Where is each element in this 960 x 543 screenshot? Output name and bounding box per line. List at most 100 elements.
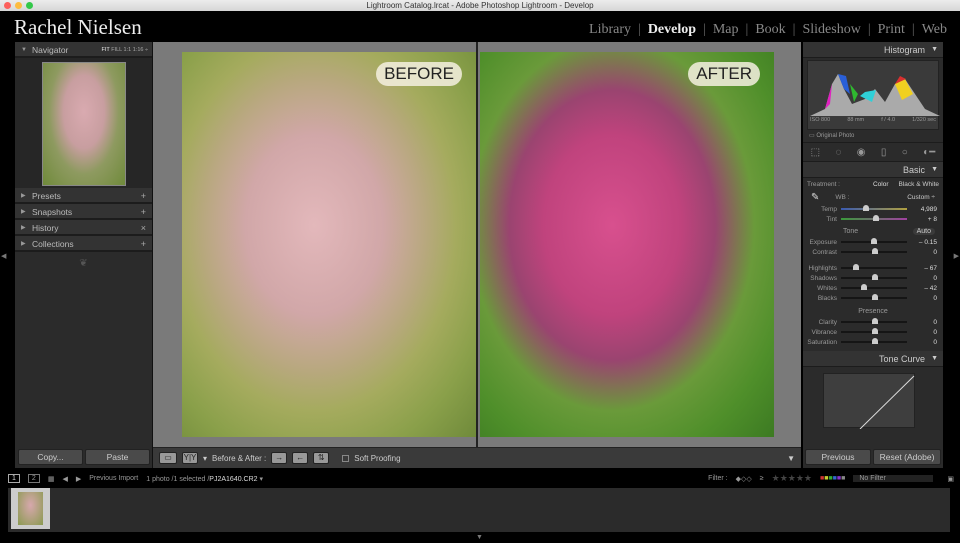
slider-value[interactable]: 0 — [907, 249, 937, 256]
previous-button[interactable]: Previous — [805, 449, 871, 465]
star-filter[interactable]: ★★★★★ — [772, 473, 812, 484]
color-label-filter[interactable]: ■■■■■■ — [820, 475, 845, 482]
close-window-button[interactable] — [4, 2, 11, 9]
slider-thumb[interactable] — [871, 238, 878, 244]
slider-value[interactable]: – 0.15 — [907, 239, 937, 246]
red-eye-icon[interactable]: ◉ — [857, 147, 866, 158]
spot-removal-icon[interactable]: ◌ — [835, 147, 841, 158]
slider-thumb[interactable] — [872, 248, 878, 254]
slider-thumb[interactable] — [872, 294, 878, 300]
before-photo[interactable]: BEFORE — [182, 52, 476, 437]
treatment-color[interactable]: Color — [873, 181, 889, 188]
module-develop[interactable]: Develop — [641, 22, 703, 38]
copy-after-to-before-button[interactable]: ← — [292, 452, 309, 464]
slider-thumb[interactable] — [862, 205, 869, 211]
panel-collections[interactable]: ▶ Collections + — [15, 236, 152, 252]
source-label[interactable]: Previous Import — [89, 475, 138, 482]
view-mode-dropdown-icon[interactable]: ▾ — [203, 454, 207, 463]
slider-contrast[interactable]: Contrast 0 — [803, 247, 943, 257]
slider-track[interactable] — [841, 318, 907, 324]
slider-shadows[interactable]: Shadows 0 — [803, 273, 943, 283]
swap-before-after-button[interactable]: ⇅ — [313, 452, 330, 464]
slider-vibrance[interactable]: Vibrance 0 — [803, 327, 943, 337]
left-panel-toggle-icon[interactable]: ◀ — [1, 252, 6, 260]
slider-track[interactable] — [841, 248, 907, 254]
slider-track[interactable] — [841, 205, 907, 211]
original-photo-toggle[interactable]: ▭ Original Photo — [803, 132, 943, 142]
slider-track[interactable] — [841, 284, 907, 290]
copy-before-to-after-button[interactable]: → — [271, 452, 288, 464]
slider-value[interactable]: – 67 — [907, 265, 937, 272]
filmstrip-toggle-icon[interactable]: ▼ — [476, 534, 483, 541]
forward-arrow-icon[interactable]: ▶ — [76, 475, 81, 483]
slider-value[interactable]: 0 — [907, 339, 937, 346]
zoom-fit[interactable]: FIT — [102, 47, 110, 53]
slider-value[interactable]: 0 — [907, 295, 937, 302]
slider-saturation[interactable]: Saturation 0 — [803, 337, 943, 347]
copy-button[interactable]: Copy... — [18, 449, 83, 465]
add-collection-icon[interactable]: + — [141, 236, 146, 252]
slider-thumb[interactable] — [853, 264, 860, 270]
back-arrow-icon[interactable]: ◀ — [62, 475, 67, 483]
panel-presets[interactable]: ▶ Presets + — [15, 188, 152, 204]
slider-value[interactable]: + 8 — [907, 216, 937, 223]
slider-temp[interactable]: Temp 4,989 — [803, 204, 943, 214]
add-snapshot-icon[interactable]: + — [141, 204, 146, 220]
module-web[interactable]: Web — [915, 22, 954, 38]
slider-value[interactable]: – 42 — [907, 285, 937, 292]
slider-thumb[interactable] — [860, 284, 867, 290]
slider-tint[interactable]: Tint + 8 — [803, 214, 943, 224]
wb-eyedropper-icon[interactable]: ✎ — [811, 192, 819, 203]
clear-history-icon[interactable]: × — [141, 220, 146, 236]
tone-curve-header[interactable]: Tone Curve ▼ — [803, 351, 943, 367]
zoom-1-16[interactable]: 1:16 ÷ — [133, 47, 148, 53]
basic-header[interactable]: Basic ▼ — [803, 162, 943, 178]
slider-thumb[interactable] — [872, 274, 878, 280]
tone-curve-graph[interactable] — [823, 373, 915, 430]
screen-2-button[interactable]: 2 — [27, 474, 40, 483]
graduated-filter-icon[interactable]: ▯ — [881, 147, 887, 158]
slider-track[interactable] — [841, 215, 907, 221]
filter-lock-icon[interactable]: ▣ — [947, 475, 954, 483]
panel-history[interactable]: ▶ History × — [15, 220, 152, 236]
module-library[interactable]: Library — [582, 22, 638, 38]
toolbar-options-icon[interactable]: ▼ — [787, 454, 795, 463]
loupe-view-button[interactable]: ▭ — [159, 452, 177, 464]
zoom-1-1[interactable]: 1:1 — [124, 47, 132, 53]
histogram[interactable]: ISO 800 88 mm f / 4.0 1/320 sec — [807, 60, 940, 130]
slider-value[interactable]: 0 — [907, 329, 937, 336]
slider-thumb[interactable] — [872, 318, 878, 324]
wb-select[interactable]: Custom ÷ — [907, 194, 935, 201]
add-preset-icon[interactable]: + — [141, 188, 146, 204]
slider-value[interactable]: 4,989 — [907, 206, 937, 213]
module-slideshow[interactable]: Slideshow — [795, 22, 867, 38]
grid-view-icon[interactable]: ▦ — [48, 475, 55, 483]
module-book[interactable]: Book — [748, 22, 792, 38]
crop-tool-icon[interactable]: ⬚ — [811, 147, 820, 158]
slider-thumb[interactable] — [873, 215, 880, 221]
filter-preset-select[interactable]: No Filter — [853, 475, 934, 482]
panel-snapshots[interactable]: ▶ Snapshots + — [15, 204, 152, 220]
flag-filter-icon[interactable]: ◆◇◇ — [736, 475, 752, 483]
slider-clarity[interactable]: Clarity 0 — [803, 317, 943, 327]
navigator-preview[interactable] — [41, 62, 126, 186]
paste-button[interactable]: Paste — [85, 449, 150, 465]
right-panel-toggle-icon[interactable]: ▶ — [954, 252, 959, 260]
auto-tone-button[interactable]: Auto — [912, 228, 935, 235]
rating-operator[interactable]: ≥ — [760, 475, 764, 482]
navigator-header[interactable]: ▼ Navigator FIT FILL 1:1 1:16 ÷ — [15, 42, 152, 58]
slider-highlights[interactable]: Highlights – 67 — [803, 263, 943, 273]
slider-thumb[interactable] — [872, 338, 878, 344]
zoom-fill[interactable]: FILL — [111, 47, 122, 53]
filename[interactable]: PJ2A1640.CR2 — [209, 476, 257, 483]
slider-track[interactable] — [841, 338, 907, 344]
after-photo[interactable]: AFTER — [480, 52, 774, 437]
slider-track[interactable] — [841, 238, 907, 244]
slider-value[interactable]: 0 — [907, 319, 937, 326]
minimize-window-button[interactable] — [15, 2, 22, 9]
module-print[interactable]: Print — [871, 22, 912, 38]
histogram-header[interactable]: Histogram ▼ — [803, 42, 943, 58]
module-map[interactable]: Map — [706, 22, 746, 38]
adjustment-brush-icon[interactable]: ◐━ — [923, 147, 935, 158]
before-after-view-button[interactable]: Y|Y — [182, 452, 198, 464]
